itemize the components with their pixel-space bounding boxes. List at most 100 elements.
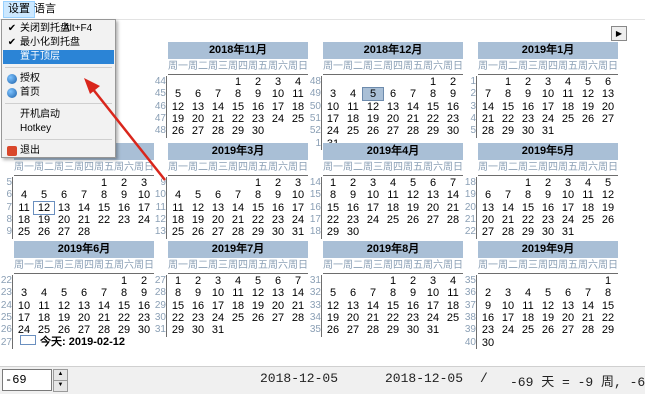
calendar-day[interactable]: 28 <box>228 226 248 238</box>
calendar-day[interactable]: 2 <box>403 275 423 287</box>
calendar-day[interactable]: 26 <box>248 312 268 324</box>
calendar-day[interactable]: 28 <box>208 125 228 137</box>
calendar-day[interactable]: 31 <box>558 226 578 238</box>
calendar-day[interactable]: 6 <box>268 275 288 287</box>
calendar-day[interactable]: 6 <box>188 88 208 100</box>
calendar-day[interactable]: 23 <box>248 113 268 125</box>
calendar-day[interactable]: 31 <box>538 125 558 137</box>
calendar-day[interactable]: 3 <box>208 275 228 287</box>
calendar-day[interactable]: 21 <box>363 312 383 324</box>
calendar-day[interactable]: 25 <box>443 312 463 324</box>
menu-item[interactable]: 授权 <box>3 72 114 86</box>
calendar-day[interactable]: 1 <box>114 275 134 287</box>
calendar-day[interactable]: 7 <box>498 189 518 201</box>
menu-item[interactable]: 首页 <box>3 86 114 100</box>
next-month-button[interactable]: ▶ <box>611 26 627 41</box>
calendar-day[interactable]: 5 <box>403 177 423 189</box>
calendar-day[interactable]: 9 <box>248 88 268 100</box>
calendar-day[interactable]: 1 <box>228 76 248 88</box>
calendar-day[interactable]: 14 <box>288 287 308 299</box>
calendar-day[interactable]: 7 <box>94 287 114 299</box>
calendar-day[interactable]: 14 <box>74 202 94 214</box>
menu-item[interactable]: 退出 <box>3 144 114 158</box>
spin-down-icon[interactable]: ▼ <box>53 380 68 392</box>
calendar-day[interactable]: 17 <box>363 202 383 214</box>
calendar-day[interactable]: 24 <box>423 312 443 324</box>
calendar-day[interactable]: 13 <box>423 189 443 201</box>
calendar-day[interactable]: 25 <box>518 324 538 336</box>
calendar-day[interactable]: 10 <box>498 300 518 312</box>
calendar-day[interactable]: 11 <box>343 101 363 113</box>
calendar-day[interactable]: 9 <box>268 189 288 201</box>
calendar-day[interactable]: 29 <box>323 226 343 238</box>
calendar-day[interactable]: 27 <box>598 113 618 125</box>
menu-item[interactable]: 开机启动 <box>3 108 114 122</box>
calendar-day[interactable]: 25 <box>558 113 578 125</box>
calendar-day[interactable]: 28 <box>498 226 518 238</box>
calendar-day[interactable]: 6 <box>208 189 228 201</box>
calendar-day[interactable]: 10 <box>134 189 154 201</box>
calendar-day[interactable]: 11 <box>558 88 578 100</box>
calendar-day[interactable]: 13 <box>188 101 208 113</box>
calendar-day[interactable]: 15 <box>94 202 114 214</box>
calendar-day[interactable]: 15 <box>248 202 268 214</box>
calendar-day[interactable]: 18 <box>383 202 403 214</box>
calendar-day[interactable]: 8 <box>518 189 538 201</box>
calendar-day[interactable]: 15 <box>423 101 443 113</box>
calendar-day[interactable]: 5 <box>538 287 558 299</box>
calendar-day[interactable]: 16 <box>518 101 538 113</box>
calendar-day[interactable]: 26 <box>598 214 618 226</box>
calendar-day[interactable]: 16 <box>188 300 208 312</box>
calendar-day[interactable]: 5 <box>248 275 268 287</box>
calendar-day[interactable]: 28 <box>74 226 94 238</box>
calendar-day[interactable]: 9 <box>343 189 363 201</box>
calendar-day[interactable]: 30 <box>248 125 268 137</box>
calendar-day[interactable]: 12 <box>188 202 208 214</box>
calendar-day[interactable]: 10 <box>538 88 558 100</box>
calendar-day[interactable]: 7 <box>363 287 383 299</box>
calendar-day[interactable]: 4 <box>558 76 578 88</box>
calendar-day[interactable]: 15 <box>228 101 248 113</box>
calendar-day[interactable]: 10 <box>423 287 443 299</box>
calendar-day[interactable]: 24 <box>558 214 578 226</box>
calendar-day[interactable]: 1 <box>94 177 114 189</box>
menu-item[interactable]: Hotkey <box>3 122 114 136</box>
calendar-day[interactable]: 14 <box>403 101 423 113</box>
calendar-day[interactable]: 13 <box>343 300 363 312</box>
calendar-day[interactable]: 27 <box>268 312 288 324</box>
calendar-day[interactable]: 23 <box>478 324 498 336</box>
calendar-day[interactable]: 7 <box>228 189 248 201</box>
calendar-day[interactable]: 18 <box>288 101 308 113</box>
calendar-day[interactable]: 29 <box>518 226 538 238</box>
calendar-day[interactable]: 2 <box>443 76 463 88</box>
calendar-day[interactable]: 23 <box>114 214 134 226</box>
calendar-day[interactable]: 6 <box>54 189 74 201</box>
calendar-day[interactable]: 8 <box>228 88 248 100</box>
calendar-day[interactable]: 22 <box>168 312 188 324</box>
calendar-day[interactable]: 14 <box>578 300 598 312</box>
calendar-day[interactable]: 22 <box>423 113 443 125</box>
calendar-day[interactable]: 16 <box>538 202 558 214</box>
calendar-day[interactable]: 11 <box>383 189 403 201</box>
calendar-day[interactable]: 29 <box>383 324 403 336</box>
calendar-day[interactable]: 17 <box>558 202 578 214</box>
calendar-day[interactable]: 3 <box>288 177 308 189</box>
calendar-day[interactable]: 4 <box>288 76 308 88</box>
calendar-day[interactable]: 2 <box>538 177 558 189</box>
calendar-day[interactable]: 13 <box>478 202 498 214</box>
calendar-day[interactable]: 18 <box>168 214 188 226</box>
calendar-day[interactable]: 25 <box>14 226 34 238</box>
calendar-day[interactable]: 21 <box>288 300 308 312</box>
calendar-day[interactable]: 22 <box>114 312 134 324</box>
calendar-day[interactable]: 22 <box>383 312 403 324</box>
calendar-day[interactable]: 29 <box>228 125 248 137</box>
calendar-day[interactable]: 21 <box>578 312 598 324</box>
calendar-day[interactable]: 21 <box>498 214 518 226</box>
calendar-day[interactable]: 14 <box>478 101 498 113</box>
calendar-day[interactable]: 26 <box>188 226 208 238</box>
calendar-day[interactable]: 2 <box>478 287 498 299</box>
calendar-day[interactable]: 2 <box>248 76 268 88</box>
calendar-day[interactable]: 30 <box>343 226 363 238</box>
calendar-day[interactable]: 9 <box>403 287 423 299</box>
calendar-day[interactable]: 11 <box>443 287 463 299</box>
